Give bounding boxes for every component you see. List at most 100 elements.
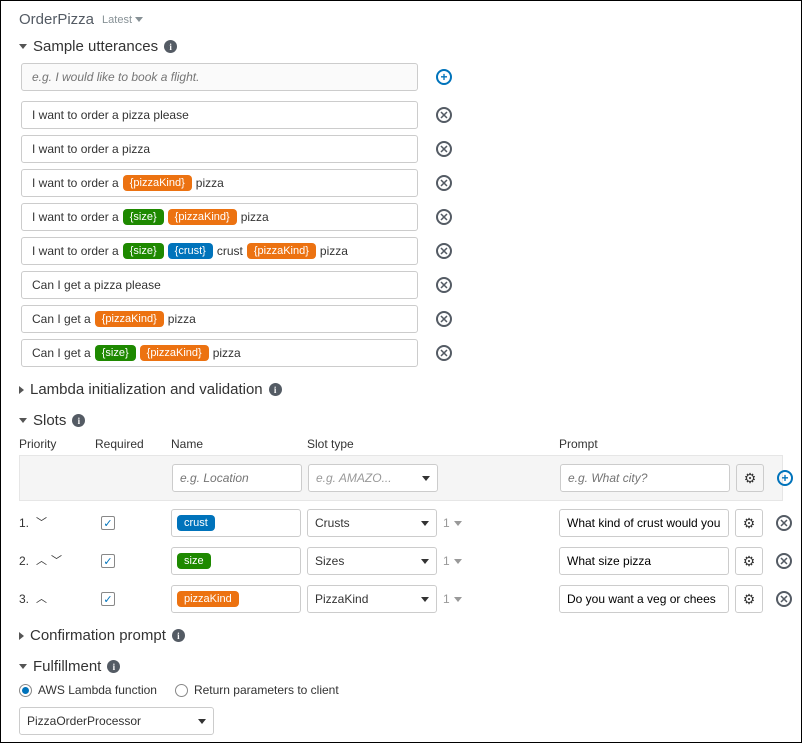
- page-title: OrderPizza: [19, 11, 94, 28]
- utterance-box[interactable]: I want to order a {size}{crust} crust {p…: [21, 237, 418, 265]
- slot-name-input[interactable]: pizzaKind: [171, 585, 301, 613]
- info-icon[interactable]: i: [164, 40, 177, 53]
- utterance-box[interactable]: Can I get a {pizzaKind} pizza: [21, 305, 418, 333]
- slot-name-add-input[interactable]: [172, 464, 302, 492]
- priority-down-icon[interactable]: ﹀: [51, 556, 62, 567]
- utterance-box[interactable]: I want to order a {size}{pizzaKind} pizz…: [21, 203, 418, 231]
- utterance-box[interactable]: Can I get a {size}{pizzaKind} pizza: [21, 339, 418, 367]
- utterance-box[interactable]: Can I get a pizza please: [21, 271, 418, 299]
- utterance-text: Can I get a: [32, 312, 91, 326]
- remove-slot-button[interactable]: ✕: [776, 553, 792, 569]
- gear-icon[interactable]: ⚙: [736, 464, 764, 492]
- priority-number: 2.: [19, 554, 29, 568]
- utterance-text: pizza: [168, 312, 196, 326]
- section-toggle-confirmation[interactable]: Confirmation prompt i: [19, 627, 783, 644]
- slot-tag[interactable]: {pizzaKind}: [168, 209, 237, 225]
- remove-utterance-button[interactable]: ✕: [436, 277, 452, 293]
- utterance-text: Can I get a pizza please: [32, 278, 161, 292]
- gear-icon[interactable]: ⚙: [735, 509, 763, 537]
- utterance-text: pizza: [241, 210, 269, 224]
- info-icon[interactable]: i: [172, 629, 185, 642]
- slot-version-value: 1: [443, 592, 450, 606]
- slot-name-tag: size: [177, 553, 211, 569]
- section-toggle-lambda[interactable]: Lambda initialization and validation i: [19, 381, 783, 398]
- utterance-text: I want to order a pizza: [32, 142, 150, 156]
- utterance-add-input[interactable]: [21, 63, 418, 91]
- section-toggle-fulfillment[interactable]: Fulfillment i: [19, 658, 783, 675]
- section-title-utterances: Sample utterances: [33, 38, 158, 55]
- required-checkbox[interactable]: ✓: [101, 516, 115, 530]
- remove-slot-button[interactable]: ✕: [776, 591, 792, 607]
- gear-icon[interactable]: ⚙: [735, 585, 763, 613]
- required-checkbox[interactable]: ✓: [101, 554, 115, 568]
- slot-type-dropdown[interactable]: PizzaKind: [307, 585, 437, 613]
- lambda-function-value: PizzaOrderProcessor: [27, 714, 141, 728]
- slot-type-add-placeholder: e.g. AMAZO...: [316, 471, 392, 485]
- radio-lambda-label: AWS Lambda function: [38, 683, 157, 697]
- slot-name-input[interactable]: size: [171, 547, 301, 575]
- utterance-text: pizza: [213, 346, 241, 360]
- slot-type-dropdown[interactable]: Crusts: [307, 509, 437, 537]
- section-title-lambda: Lambda initialization and validation: [30, 381, 263, 398]
- priority-number: 1.: [19, 516, 29, 530]
- slot-prompt-input[interactable]: [559, 509, 729, 537]
- col-required: Required: [95, 437, 165, 451]
- utterance-box[interactable]: I want to order a pizza: [21, 135, 418, 163]
- section-toggle-utterances[interactable]: Sample utterances i: [19, 38, 783, 55]
- priority-down-icon[interactable]: ﹀: [36, 518, 47, 529]
- slot-type-add-dropdown[interactable]: e.g. AMAZO...: [308, 464, 438, 492]
- remove-slot-button[interactable]: ✕: [776, 515, 792, 531]
- version-selector[interactable]: Latest: [102, 14, 143, 26]
- utterance-text: I want to order a: [32, 244, 119, 258]
- section-toggle-slots[interactable]: Slots i: [19, 412, 783, 429]
- slot-tag[interactable]: {crust}: [168, 243, 213, 259]
- slot-tag[interactable]: {pizzaKind}: [140, 345, 209, 361]
- remove-utterance-button[interactable]: ✕: [436, 243, 452, 259]
- utterance-box[interactable]: I want to order a {pizzaKind} pizza: [21, 169, 418, 197]
- remove-utterance-button[interactable]: ✕: [436, 311, 452, 327]
- slot-type-dropdown[interactable]: Sizes: [307, 547, 437, 575]
- slot-name-input[interactable]: crust: [171, 509, 301, 537]
- slot-tag[interactable]: {pizzaKind}: [123, 175, 192, 191]
- add-slot-button[interactable]: +: [777, 470, 793, 486]
- slot-tag[interactable]: {pizzaKind}: [247, 243, 316, 259]
- slot-tag[interactable]: {size}: [123, 209, 164, 225]
- info-icon[interactable]: i: [107, 660, 120, 673]
- caret-open-icon: [19, 418, 27, 423]
- slot-prompt-add-input[interactable]: [560, 464, 730, 492]
- col-name: Name: [171, 437, 301, 451]
- slot-prompt-input[interactable]: [559, 585, 729, 613]
- add-utterance-button[interactable]: +: [436, 69, 452, 85]
- priority-up-icon[interactable]: ︿: [36, 556, 47, 567]
- slot-tag[interactable]: {size}: [95, 345, 136, 361]
- caret-open-icon: [19, 44, 27, 49]
- utterance-text: I want to order a: [32, 176, 119, 190]
- remove-utterance-button[interactable]: ✕: [436, 345, 452, 361]
- slot-version-dropdown[interactable]: 1: [443, 516, 553, 530]
- lambda-function-dropdown[interactable]: PizzaOrderProcessor: [19, 707, 214, 735]
- info-icon[interactable]: i: [72, 414, 85, 427]
- slot-type-value: Sizes: [315, 554, 344, 568]
- utterances-list: + I want to order a pizza please ✕ I want …: [21, 63, 783, 367]
- slot-tag[interactable]: {size}: [123, 243, 164, 259]
- remove-utterance-button[interactable]: ✕: [436, 141, 452, 157]
- gear-icon[interactable]: ⚙: [735, 547, 763, 575]
- slot-prompt-input[interactable]: [559, 547, 729, 575]
- info-icon[interactable]: i: [269, 383, 282, 396]
- slot-tag[interactable]: {pizzaKind}: [95, 311, 164, 327]
- required-checkbox[interactable]: ✓: [101, 592, 115, 606]
- radio-return[interactable]: [175, 684, 188, 697]
- remove-utterance-button[interactable]: ✕: [436, 209, 452, 225]
- remove-utterance-button[interactable]: ✕: [436, 107, 452, 123]
- col-priority: Priority: [19, 437, 89, 451]
- utterance-box[interactable]: I want to order a pizza please: [21, 101, 418, 129]
- remove-utterance-button[interactable]: ✕: [436, 175, 452, 191]
- slot-version-dropdown[interactable]: 1: [443, 554, 553, 568]
- radio-lambda[interactable]: [19, 684, 32, 697]
- slot-row: 1.﹀✓crustCrusts1⚙✕: [19, 509, 783, 537]
- slot-version-dropdown[interactable]: 1: [443, 592, 553, 606]
- slot-version-value: 1: [443, 554, 450, 568]
- caret-down-icon: [135, 17, 143, 22]
- priority-up-icon[interactable]: ︿: [36, 594, 47, 605]
- caret-closed-icon: [19, 632, 24, 640]
